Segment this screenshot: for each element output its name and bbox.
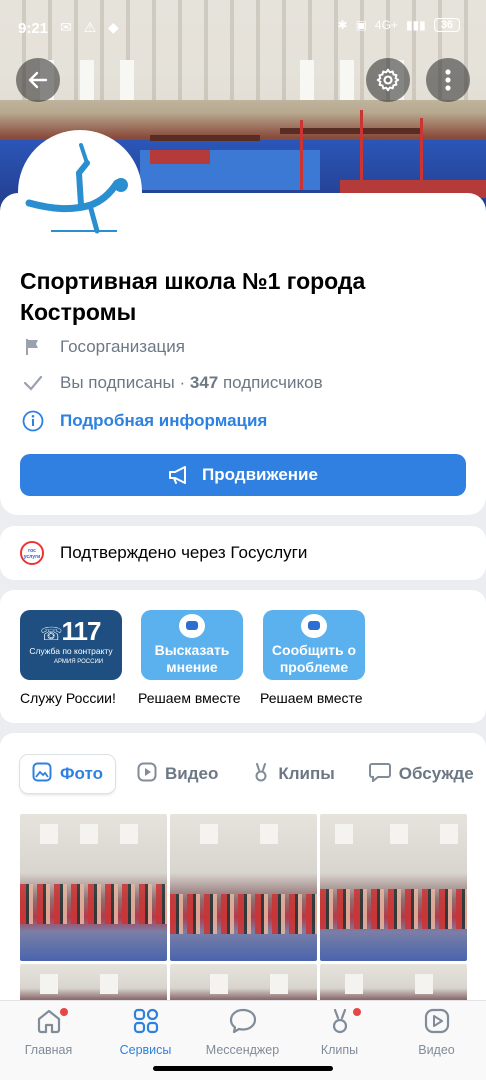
separator: · xyxy=(174,373,190,392)
discussion-icon xyxy=(368,762,391,787)
widget-tile-contract[interactable]: ☏117 Служба по контракту АРМИЯ РОССИИ xyxy=(20,610,122,680)
nav-video[interactable]: Видео xyxy=(388,1007,485,1057)
avatar[interactable] xyxy=(18,130,142,254)
details-link-label: Подробная информация xyxy=(60,411,268,430)
video-icon xyxy=(137,762,157,787)
verification-text: Подтверждено через Госуслуги xyxy=(60,543,308,562)
messenger-icon xyxy=(229,1008,256,1034)
like-badge-icon xyxy=(301,614,327,638)
bluetooth-icon: ✱ xyxy=(337,18,348,32)
photo-grid xyxy=(20,814,467,1024)
notification-badge xyxy=(353,1008,361,1016)
widget-caption: Решаем вместе xyxy=(260,690,363,706)
widget-caption: Решаем вместе xyxy=(138,690,241,706)
promotion-button-label: Продвижение xyxy=(202,465,318,484)
widgets-card: ☏117 Служба по контракту АРМИЯ РОССИИ Сл… xyxy=(0,590,486,723)
home-indicator[interactable] xyxy=(153,1066,333,1071)
photo-thumbnail[interactable] xyxy=(170,814,317,961)
details-link[interactable]: Подробная информация xyxy=(20,410,267,432)
subscribers-label: подписчиков xyxy=(218,373,323,392)
megaphone-icon xyxy=(169,466,187,484)
nav-services[interactable]: Сервисы xyxy=(97,1007,194,1057)
verification-card[interactable]: гос услуги Подтверждено через Госуслуги xyxy=(0,526,486,580)
widget-number: ☏117 xyxy=(40,616,101,646)
nav-clips[interactable]: Клипы xyxy=(291,1007,388,1057)
services-icon xyxy=(133,1008,158,1034)
tab-video[interactable]: Видео xyxy=(125,755,230,793)
battery-indicator: 36 xyxy=(433,18,460,32)
like-badge-icon xyxy=(179,614,205,638)
check-icon xyxy=(20,375,46,391)
subscription-status[interactable]: Вы подписаны · 347 подписчиков xyxy=(20,373,323,393)
network-label: 4G+ xyxy=(374,18,398,32)
photo-thumbnail[interactable] xyxy=(20,814,167,961)
volte-icon: ▣ xyxy=(355,18,367,32)
widget-tile-text: Высказать мнение xyxy=(154,642,230,675)
promotion-button[interactable]: Продвижение xyxy=(20,454,466,496)
organization-type-label: Госорганизация xyxy=(60,337,185,356)
photo-thumbnail[interactable] xyxy=(320,814,467,961)
nav-messenger[interactable]: Мессенджер xyxy=(194,1007,291,1057)
widget-caption: Служу России! xyxy=(20,690,116,706)
arrow-left-icon xyxy=(28,71,48,89)
home-icon xyxy=(37,1009,60,1034)
widget-tile-opinion[interactable]: Высказать мнение xyxy=(141,610,243,680)
signal-icon: ▮▮▮ xyxy=(405,18,426,32)
nav-home[interactable]: Главная xyxy=(0,1007,97,1057)
more-vertical-icon xyxy=(445,69,451,91)
page-title: Спортивная школа №1 города Костромы xyxy=(20,268,366,325)
widget-tile-text: Служба по контракту xyxy=(29,646,113,656)
army-logo-text: АРМИЯ РОССИИ xyxy=(54,659,104,665)
notification-icons: ✉ ⚠ ◆ xyxy=(60,19,123,35)
more-menu-button[interactable] xyxy=(426,58,470,102)
content-tabs: Фото Видео Клипы Обсужде xyxy=(20,755,486,793)
phone-icon: ☏ xyxy=(40,624,62,644)
organization-type: Госорганизация xyxy=(20,337,185,357)
gymnast-logo xyxy=(21,133,139,251)
tab-clips[interactable]: Клипы xyxy=(240,755,346,793)
clips-icon xyxy=(332,1008,347,1034)
subscribed-label: Вы подписаны xyxy=(60,373,175,392)
tab-discussions[interactable]: Обсужде xyxy=(357,755,486,793)
photo-icon xyxy=(32,762,52,787)
back-button[interactable] xyxy=(16,58,60,102)
video-icon xyxy=(424,1008,449,1034)
flag-icon xyxy=(20,338,46,356)
info-icon xyxy=(20,410,46,432)
subscribers-count: 347 xyxy=(189,373,219,392)
clips-icon xyxy=(252,762,270,787)
tab-photo[interactable]: Фото xyxy=(20,755,115,793)
status-time: 9:21 xyxy=(18,20,49,37)
notification-badge xyxy=(60,1008,68,1016)
gear-icon xyxy=(376,68,400,92)
widget-tile-text: Сообщить о проблеме xyxy=(271,642,357,675)
status-bar: 9:21 ✉ ⚠ ◆ ✱ ▣ 4G+ ▮▮▮ 36 xyxy=(0,0,486,40)
gosuslugi-logo: гос услуги xyxy=(20,541,44,565)
widget-tile-problem[interactable]: Сообщить о проблеме xyxy=(263,610,365,680)
settings-button[interactable] xyxy=(366,58,410,102)
